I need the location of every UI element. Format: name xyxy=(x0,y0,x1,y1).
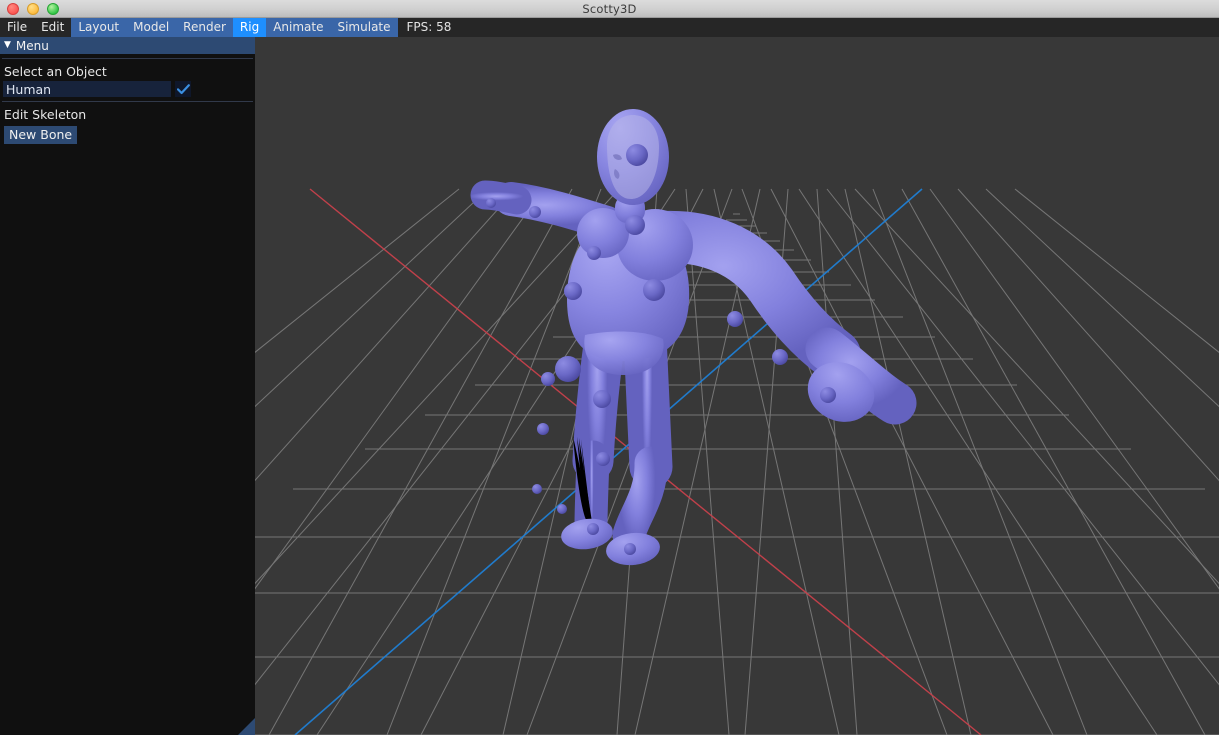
menu-item-rig[interactable]: Rig xyxy=(232,18,267,37)
viewport-scene xyxy=(255,109,1219,735)
menu-item-animate[interactable]: Animate xyxy=(266,18,331,37)
menu-bar: File Edit Layout Model Render Rig Animat… xyxy=(0,18,1219,37)
menu-item-layout[interactable]: Layout xyxy=(71,18,127,37)
joint-shoulder-left xyxy=(587,246,601,260)
joint-hand-right xyxy=(820,387,836,403)
joint-ankle-left xyxy=(532,484,542,494)
joint-toe-left xyxy=(557,504,567,514)
menu-item-file[interactable]: File xyxy=(0,18,34,37)
menu-item-render[interactable]: Render xyxy=(176,18,233,37)
3d-viewport[interactable] xyxy=(255,37,1219,735)
object-name-input[interactable] xyxy=(3,81,171,97)
joint-toe-right xyxy=(624,543,636,555)
title-bar: Scotty3D xyxy=(0,0,1219,18)
menu-panel-header[interactable]: ▼ Menu xyxy=(0,37,255,54)
menu-item-edit[interactable]: Edit xyxy=(34,18,71,37)
object-name-row xyxy=(0,81,255,97)
joint-wrist-right xyxy=(772,349,788,365)
divider-mid xyxy=(2,101,253,102)
grid-lines-depth xyxy=(255,213,1219,735)
menu-panel-title: Menu xyxy=(15,38,49,53)
divider-top xyxy=(2,58,253,59)
window-title: Scotty3D xyxy=(582,2,637,16)
sidebar: ▼ Menu Select an Object Edit Skeleton Ne… xyxy=(0,37,255,735)
confirm-check-button[interactable] xyxy=(175,81,191,97)
joint-wrist-left xyxy=(486,198,496,208)
app-window: Scotty3D File Edit Layout Model Render R… xyxy=(0,0,1219,735)
joint-head xyxy=(626,144,648,166)
select-object-label: Select an Object xyxy=(4,64,107,79)
sidebar-resize-grip[interactable] xyxy=(238,718,255,735)
chevron-down-icon[interactable]: ▼ xyxy=(4,41,11,50)
edit-skeleton-label: Edit Skeleton xyxy=(4,107,87,122)
joint-spine-upper xyxy=(564,282,582,300)
resize-grip-icon xyxy=(238,718,255,735)
new-bone-button[interactable]: New Bone xyxy=(4,126,78,144)
joint-elbow-right xyxy=(727,311,743,327)
joint-shoulder-right xyxy=(643,279,665,301)
joint-ankle-right xyxy=(587,523,599,535)
joint-neck xyxy=(625,215,645,235)
viewport-canvas xyxy=(255,109,1219,735)
check-icon xyxy=(176,83,190,94)
joint-hip-right xyxy=(593,390,611,408)
menu-item-model[interactable]: Model xyxy=(126,18,177,37)
joint-knee-left xyxy=(537,423,549,435)
menu-item-simulate[interactable]: Simulate xyxy=(330,18,398,37)
joint-pelvis xyxy=(555,356,581,382)
joint-knee-right xyxy=(596,452,610,466)
joint-hip-left xyxy=(541,372,555,386)
joint-elbow-left xyxy=(529,206,541,218)
fps-counter: FPS: 58 xyxy=(406,20,452,34)
